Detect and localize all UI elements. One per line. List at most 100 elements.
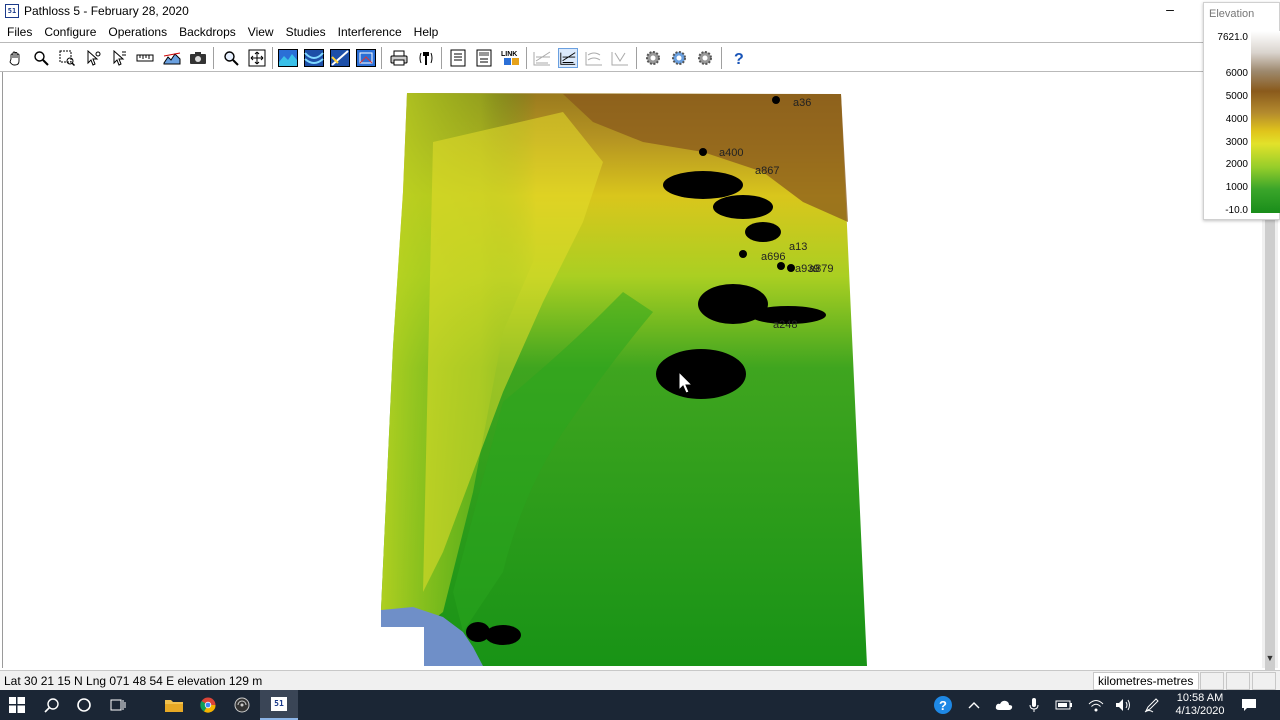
svg-text:?: ? (734, 51, 744, 67)
microphone-icon[interactable] (1024, 690, 1044, 720)
windows-start-icon[interactable] (0, 690, 34, 720)
network-3-icon[interactable] (584, 48, 604, 68)
backdrop-1-icon[interactable] (278, 48, 298, 68)
help-tray-icon[interactable]: ? (930, 690, 956, 720)
pathloss-app-icon: 51 (271, 697, 287, 711)
backdrop-4-icon[interactable] (356, 48, 376, 68)
toolbar-separator (272, 47, 273, 69)
toolbar-separator (721, 47, 722, 69)
chevron-up-icon[interactable] (964, 690, 984, 720)
network-1-icon[interactable] (532, 48, 552, 68)
menu-operations[interactable]: Operations (102, 25, 173, 39)
app-circle-icon[interactable] (226, 690, 258, 720)
pan-icon[interactable] (5, 48, 25, 68)
legend-tick: 5000 (1225, 91, 1248, 102)
site-label-a879: a879 (809, 263, 833, 275)
search-icon[interactable] (36, 690, 68, 720)
pointer-icon[interactable] (83, 48, 103, 68)
menu-help[interactable]: Help (408, 25, 445, 39)
window-title: Pathloss 5 - February 28, 2020 (24, 4, 189, 18)
site-label-a696: a696 (761, 251, 785, 263)
multi-pointer-icon[interactable] (109, 48, 129, 68)
site-label-a400: a400 (719, 147, 743, 159)
taskbar: 51 ? 10:58 AM 4/13/2020 (0, 690, 1280, 720)
antenna-icon[interactable] (416, 48, 436, 68)
site-label-a13: a13 (789, 241, 807, 253)
gear-3-icon[interactable] (695, 48, 715, 68)
print-icon[interactable] (389, 48, 409, 68)
chrome-icon[interactable] (192, 690, 224, 720)
pathloss-taskbar-button[interactable]: 51 (260, 690, 298, 720)
measure-icon[interactable] (135, 48, 155, 68)
report-1-icon[interactable] (448, 48, 468, 68)
clock-time: 10:58 AM (1176, 692, 1224, 704)
file-explorer-icon[interactable] (158, 690, 190, 720)
scroll-down-arrow[interactable]: ▼ (1264, 652, 1276, 664)
legend-tick: -10.0 (1225, 205, 1248, 216)
gear-1-icon[interactable] (643, 48, 663, 68)
legend-tick: 4000 (1225, 114, 1248, 125)
network-2-icon[interactable] (558, 48, 578, 68)
site-label-a867: a867 (755, 165, 779, 177)
menu-files[interactable]: Files (0, 25, 38, 39)
task-view-icon[interactable] (102, 690, 134, 720)
help-icon[interactable]: ? (729, 48, 749, 68)
toolbar-separator (526, 47, 527, 69)
report-2-icon[interactable] (474, 48, 494, 68)
backdrop-3-icon[interactable] (330, 48, 350, 68)
menu-view[interactable]: View (242, 25, 280, 39)
notification-icon[interactable] (1236, 690, 1262, 720)
volume-icon[interactable] (1112, 690, 1136, 720)
elevation-legend: Elevation 7621.0 6000 5000 4000 3000 200… (1203, 2, 1280, 220)
fit-icon[interactable] (247, 48, 267, 68)
camera-icon[interactable] (188, 48, 208, 68)
network-4-icon[interactable] (610, 48, 630, 68)
site-label-a248: a248 (773, 319, 797, 331)
legend-tick: 2000 (1225, 159, 1248, 170)
profile-icon[interactable] (162, 48, 182, 68)
svg-text:?: ? (939, 698, 947, 713)
onedrive-icon[interactable] (992, 690, 1016, 720)
app-icon: 51 (5, 4, 19, 18)
toolbar-separator (441, 47, 442, 69)
toolbar-separator (381, 47, 382, 69)
site-label-a36: a36 (793, 97, 811, 109)
gear-2-icon[interactable] (669, 48, 689, 68)
magnify-icon[interactable] (221, 48, 241, 68)
battery-icon[interactable] (1052, 690, 1076, 720)
system-clock[interactable]: 10:58 AM 4/13/2020 (1168, 692, 1232, 718)
toolbar: LINK ? (0, 42, 1280, 72)
wifi-icon[interactable] (1084, 690, 1108, 720)
zoom-icon[interactable] (31, 48, 51, 68)
cortana-icon[interactable] (68, 690, 100, 720)
menu-interference[interactable]: Interference (332, 25, 408, 39)
title-bar: 51 Pathloss 5 - February 28, 2020 – (0, 0, 1280, 22)
pen-icon[interactable] (1140, 690, 1164, 720)
clock-date: 4/13/2020 (1175, 705, 1225, 717)
legend-tick: 6000 (1225, 68, 1248, 79)
units-indicator: kilometres-metres (1093, 672, 1199, 690)
map-view[interactable]: a36 a400 a867 a13 a696 a939 a879 a248 (2, 72, 1262, 668)
elevation-map[interactable]: a36 a400 a867 a13 a696 a939 a879 a248 (3, 72, 1263, 668)
legend-color-bar (1251, 31, 1280, 213)
link-icon-label: LINK (501, 51, 517, 58)
minimize-button[interactable]: – (1160, 2, 1180, 20)
link-icon[interactable]: LINK (500, 48, 520, 68)
cursor-coordinates: Lat 30 21 15 N Lng 071 48 54 E elevation… (4, 674, 263, 688)
status-bar: Lat 30 21 15 N Lng 071 48 54 E elevation… (0, 670, 1280, 690)
toolbar-separator (636, 47, 637, 69)
legend-title: Elevation (1209, 8, 1255, 20)
select-area-icon[interactable] (57, 48, 77, 68)
legend-tick: 3000 (1225, 137, 1248, 148)
status-cell (1200, 672, 1224, 690)
status-cell (1252, 672, 1276, 690)
menu-studies[interactable]: Studies (280, 25, 332, 39)
toolbar-separator (213, 47, 214, 69)
scrollbar-thumb[interactable] (1265, 220, 1275, 720)
legend-tick: 1000 (1225, 182, 1248, 193)
menu-configure[interactable]: Configure (38, 25, 102, 39)
menu-backdrops[interactable]: Backdrops (173, 25, 242, 39)
status-cell (1226, 672, 1250, 690)
menu-bar: Files Configure Operations Backdrops Vie… (0, 22, 1280, 42)
backdrop-2-icon[interactable] (304, 48, 324, 68)
